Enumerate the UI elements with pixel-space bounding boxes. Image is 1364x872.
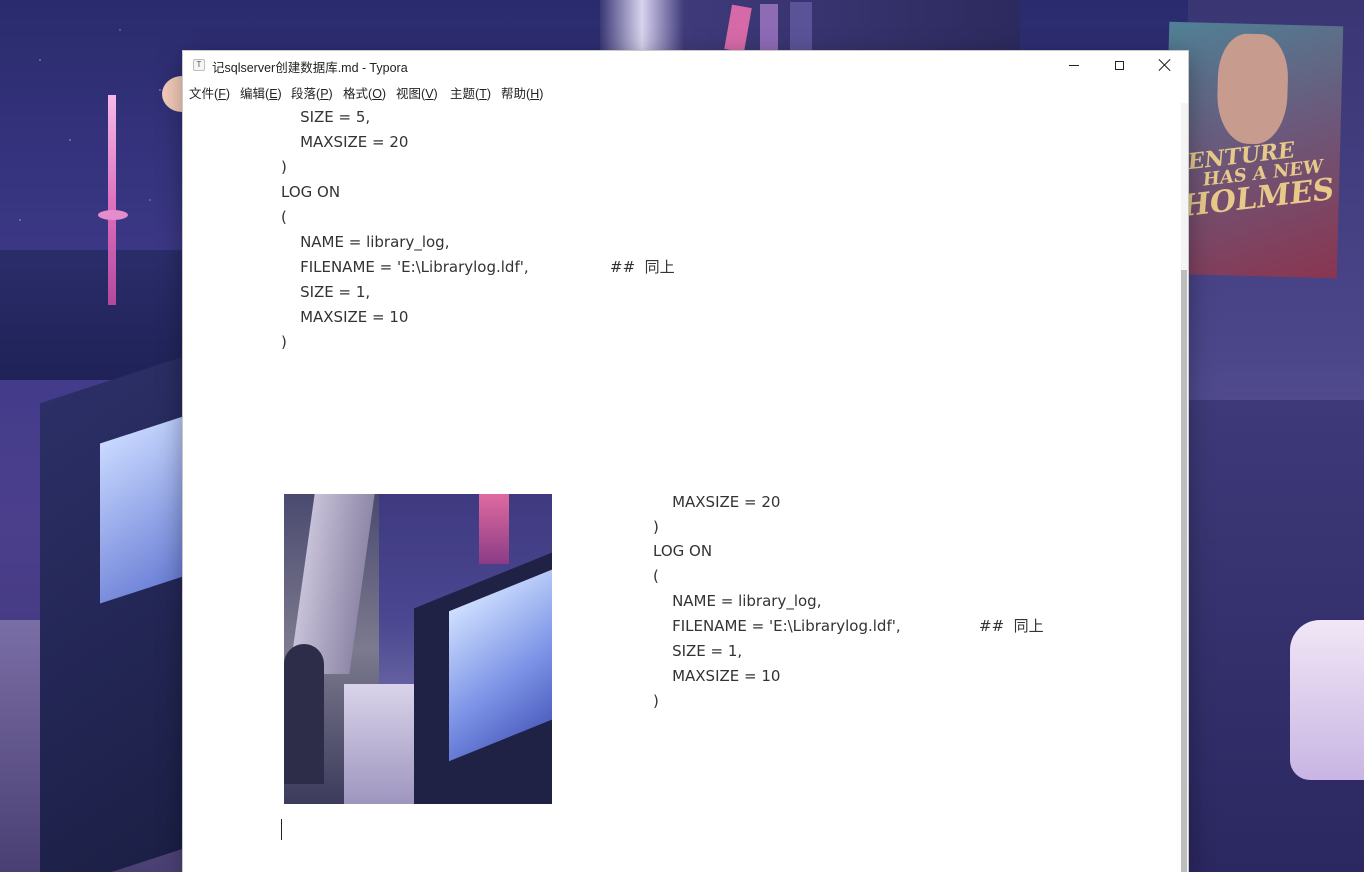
code-line: SIZE = 1, bbox=[653, 642, 743, 660]
menu-paragraph[interactable]: 段落(P) bbox=[291, 83, 333, 102]
menu-label: 主题 bbox=[450, 87, 476, 101]
maximize-button[interactable] bbox=[1096, 51, 1142, 79]
code-line: FILENAME = 'E:\Librarylog.ldf', bbox=[653, 617, 901, 635]
maximize-icon bbox=[1114, 60, 1124, 70]
wallpaper-pillow bbox=[1290, 620, 1364, 780]
menu-accelerator: V bbox=[425, 87, 434, 101]
minimize-icon bbox=[1069, 64, 1079, 66]
menu-label: 段落 bbox=[291, 87, 317, 101]
close-icon bbox=[1159, 59, 1171, 71]
menu-theme[interactable]: 主题(T) bbox=[450, 83, 491, 102]
menu-label: 格式 bbox=[343, 87, 369, 101]
typora-window: T 记sqlserver创建数据库.md - Typora 文件(F) 编辑(E… bbox=[183, 51, 1188, 872]
wallpaper-book bbox=[790, 2, 812, 51]
scrollbar-thumb[interactable] bbox=[1181, 270, 1187, 872]
code-line: ) bbox=[281, 158, 287, 176]
code-line: SIZE = 1, bbox=[281, 283, 371, 301]
menu-label: 编辑 bbox=[240, 87, 266, 101]
menu-label: 文件 bbox=[189, 87, 215, 101]
poster-face bbox=[1216, 33, 1290, 145]
code-line: NAME = library_log, bbox=[281, 233, 450, 251]
wallpaper-book bbox=[760, 4, 778, 51]
menu-accelerator: E bbox=[269, 87, 278, 101]
wallpaper-tower-disc bbox=[98, 210, 128, 220]
code-line: ) bbox=[653, 518, 659, 536]
code-comment: ## 同上 bbox=[979, 617, 1044, 635]
code-line: NAME = library_log, bbox=[653, 592, 822, 610]
menu-accelerator: H bbox=[530, 87, 540, 101]
menu-accelerator: T bbox=[479, 87, 487, 101]
text-caret bbox=[281, 819, 282, 840]
poster-text: VENTURE HAS A NEW HOLMES bbox=[1170, 135, 1337, 224]
code-line: ( bbox=[653, 567, 659, 585]
wallpaper-monitor-screen bbox=[100, 416, 183, 604]
code-line: MAXSIZE = 20 bbox=[281, 133, 409, 151]
menu-file[interactable]: 文件(F) bbox=[189, 83, 230, 102]
title-bar[interactable]: T 记sqlserver创建数据库.md - Typora bbox=[183, 51, 1188, 79]
window-title: 记sqlserver创建数据库.md - Typora bbox=[212, 61, 408, 75]
typora-app-icon[interactable]: T bbox=[193, 59, 205, 71]
code-line: LOG ON bbox=[281, 183, 341, 201]
code-line: ) bbox=[653, 692, 659, 710]
code-line: FILENAME = 'E:\Librarylog.ldf', bbox=[281, 258, 529, 276]
editor-area[interactable]: SIZE = 5, MAXSIZE = 20 ) LOG ON ( NAME =… bbox=[183, 103, 1181, 872]
code-line: LOG ON bbox=[653, 542, 713, 560]
image-light bbox=[479, 494, 509, 564]
code-line: ( bbox=[281, 208, 287, 226]
code-line: ) bbox=[281, 333, 287, 351]
code-comment: ## 同上 bbox=[610, 258, 675, 276]
menu-accelerator: O bbox=[372, 87, 382, 101]
wallpaper-tower bbox=[108, 95, 116, 305]
code-line: MAXSIZE = 10 bbox=[653, 667, 781, 685]
menu-edit[interactable]: 编辑(E) bbox=[240, 83, 282, 102]
menu-label: 帮助 bbox=[501, 87, 527, 101]
menu-accelerator: F bbox=[218, 87, 226, 101]
wallpaper-poster: VENTURE HAS A NEW HOLMES bbox=[1162, 21, 1344, 279]
close-button[interactable] bbox=[1142, 51, 1188, 79]
menu-format[interactable]: 格式(O) bbox=[343, 83, 386, 102]
code-line: MAXSIZE = 10 bbox=[281, 308, 409, 326]
minimize-button[interactable] bbox=[1051, 51, 1097, 79]
menu-bar: 文件(F) 编辑(E) 段落(P) 格式(O) 视图(V) 主题(T) 帮助(H… bbox=[183, 79, 1188, 103]
wallpaper-city bbox=[0, 250, 183, 380]
menu-view[interactable]: 视图(V) bbox=[396, 83, 438, 102]
embedded-image[interactable] bbox=[284, 494, 552, 804]
menu-label: 视图 bbox=[396, 87, 422, 101]
menu-accelerator: P bbox=[320, 87, 329, 101]
menu-help[interactable]: 帮助(H) bbox=[501, 83, 543, 102]
image-chair bbox=[284, 644, 324, 784]
code-line: SIZE = 5, bbox=[281, 108, 371, 126]
code-line: MAXSIZE = 20 bbox=[653, 493, 781, 511]
